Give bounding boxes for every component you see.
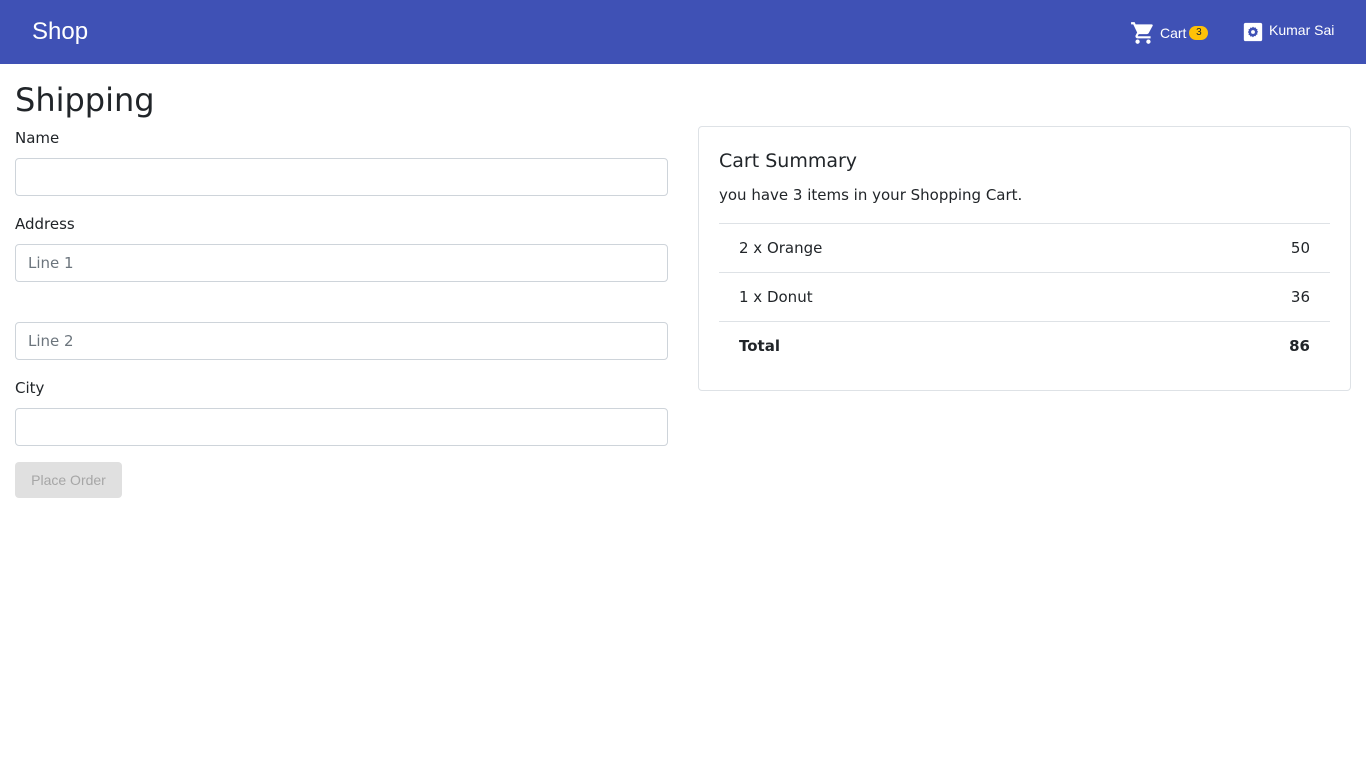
cart-item-label: 2 x Orange bbox=[739, 239, 823, 257]
cart-item-label: 1 x Donut bbox=[739, 288, 813, 306]
address-line1-input[interactable] bbox=[15, 244, 668, 282]
cart-item-amount: 36 bbox=[1290, 288, 1310, 306]
page-title: Shipping bbox=[15, 81, 155, 119]
cart-item-amount: 50 bbox=[1290, 239, 1310, 257]
cart-item-row: 2 x Orange 50 bbox=[719, 223, 1330, 272]
city-label: City bbox=[15, 379, 45, 397]
address-line2-input[interactable] bbox=[15, 322, 668, 360]
cart-total-amount: 86 bbox=[1289, 337, 1310, 355]
cart-button[interactable]: Cart 3 bbox=[1130, 20, 1209, 46]
user-name: Kumar Sai bbox=[1269, 22, 1335, 38]
city-input[interactable] bbox=[15, 408, 668, 446]
cart-label: Cart bbox=[1160, 25, 1187, 41]
cart-summary-title: Cart Summary bbox=[719, 150, 858, 172]
cart-total-row: Total 86 bbox=[719, 321, 1330, 370]
address-label: Address bbox=[15, 215, 75, 233]
brand-title[interactable]: Shop bbox=[32, 17, 88, 47]
name-input[interactable] bbox=[15, 158, 668, 196]
app-bar: Shop Cart 3 Kumar Sai bbox=[0, 0, 1366, 64]
cart-total-label: Total bbox=[739, 337, 780, 355]
cart-summary-card: Cart Summary you have 3 items in your Sh… bbox=[698, 126, 1351, 391]
name-label: Name bbox=[15, 129, 60, 147]
shopping-cart-icon bbox=[1130, 20, 1156, 46]
cart-item-row: 1 x Donut 36 bbox=[719, 272, 1330, 321]
place-order-button[interactable]: Place Order bbox=[15, 462, 122, 498]
cart-summary-subtitle: you have 3 items in your Shopping Cart. bbox=[719, 186, 1023, 204]
cart-count-badge: 3 bbox=[1189, 26, 1209, 40]
user-menu-button[interactable]: Kumar Sai bbox=[1242, 20, 1334, 44]
settings-icon bbox=[1242, 21, 1264, 43]
